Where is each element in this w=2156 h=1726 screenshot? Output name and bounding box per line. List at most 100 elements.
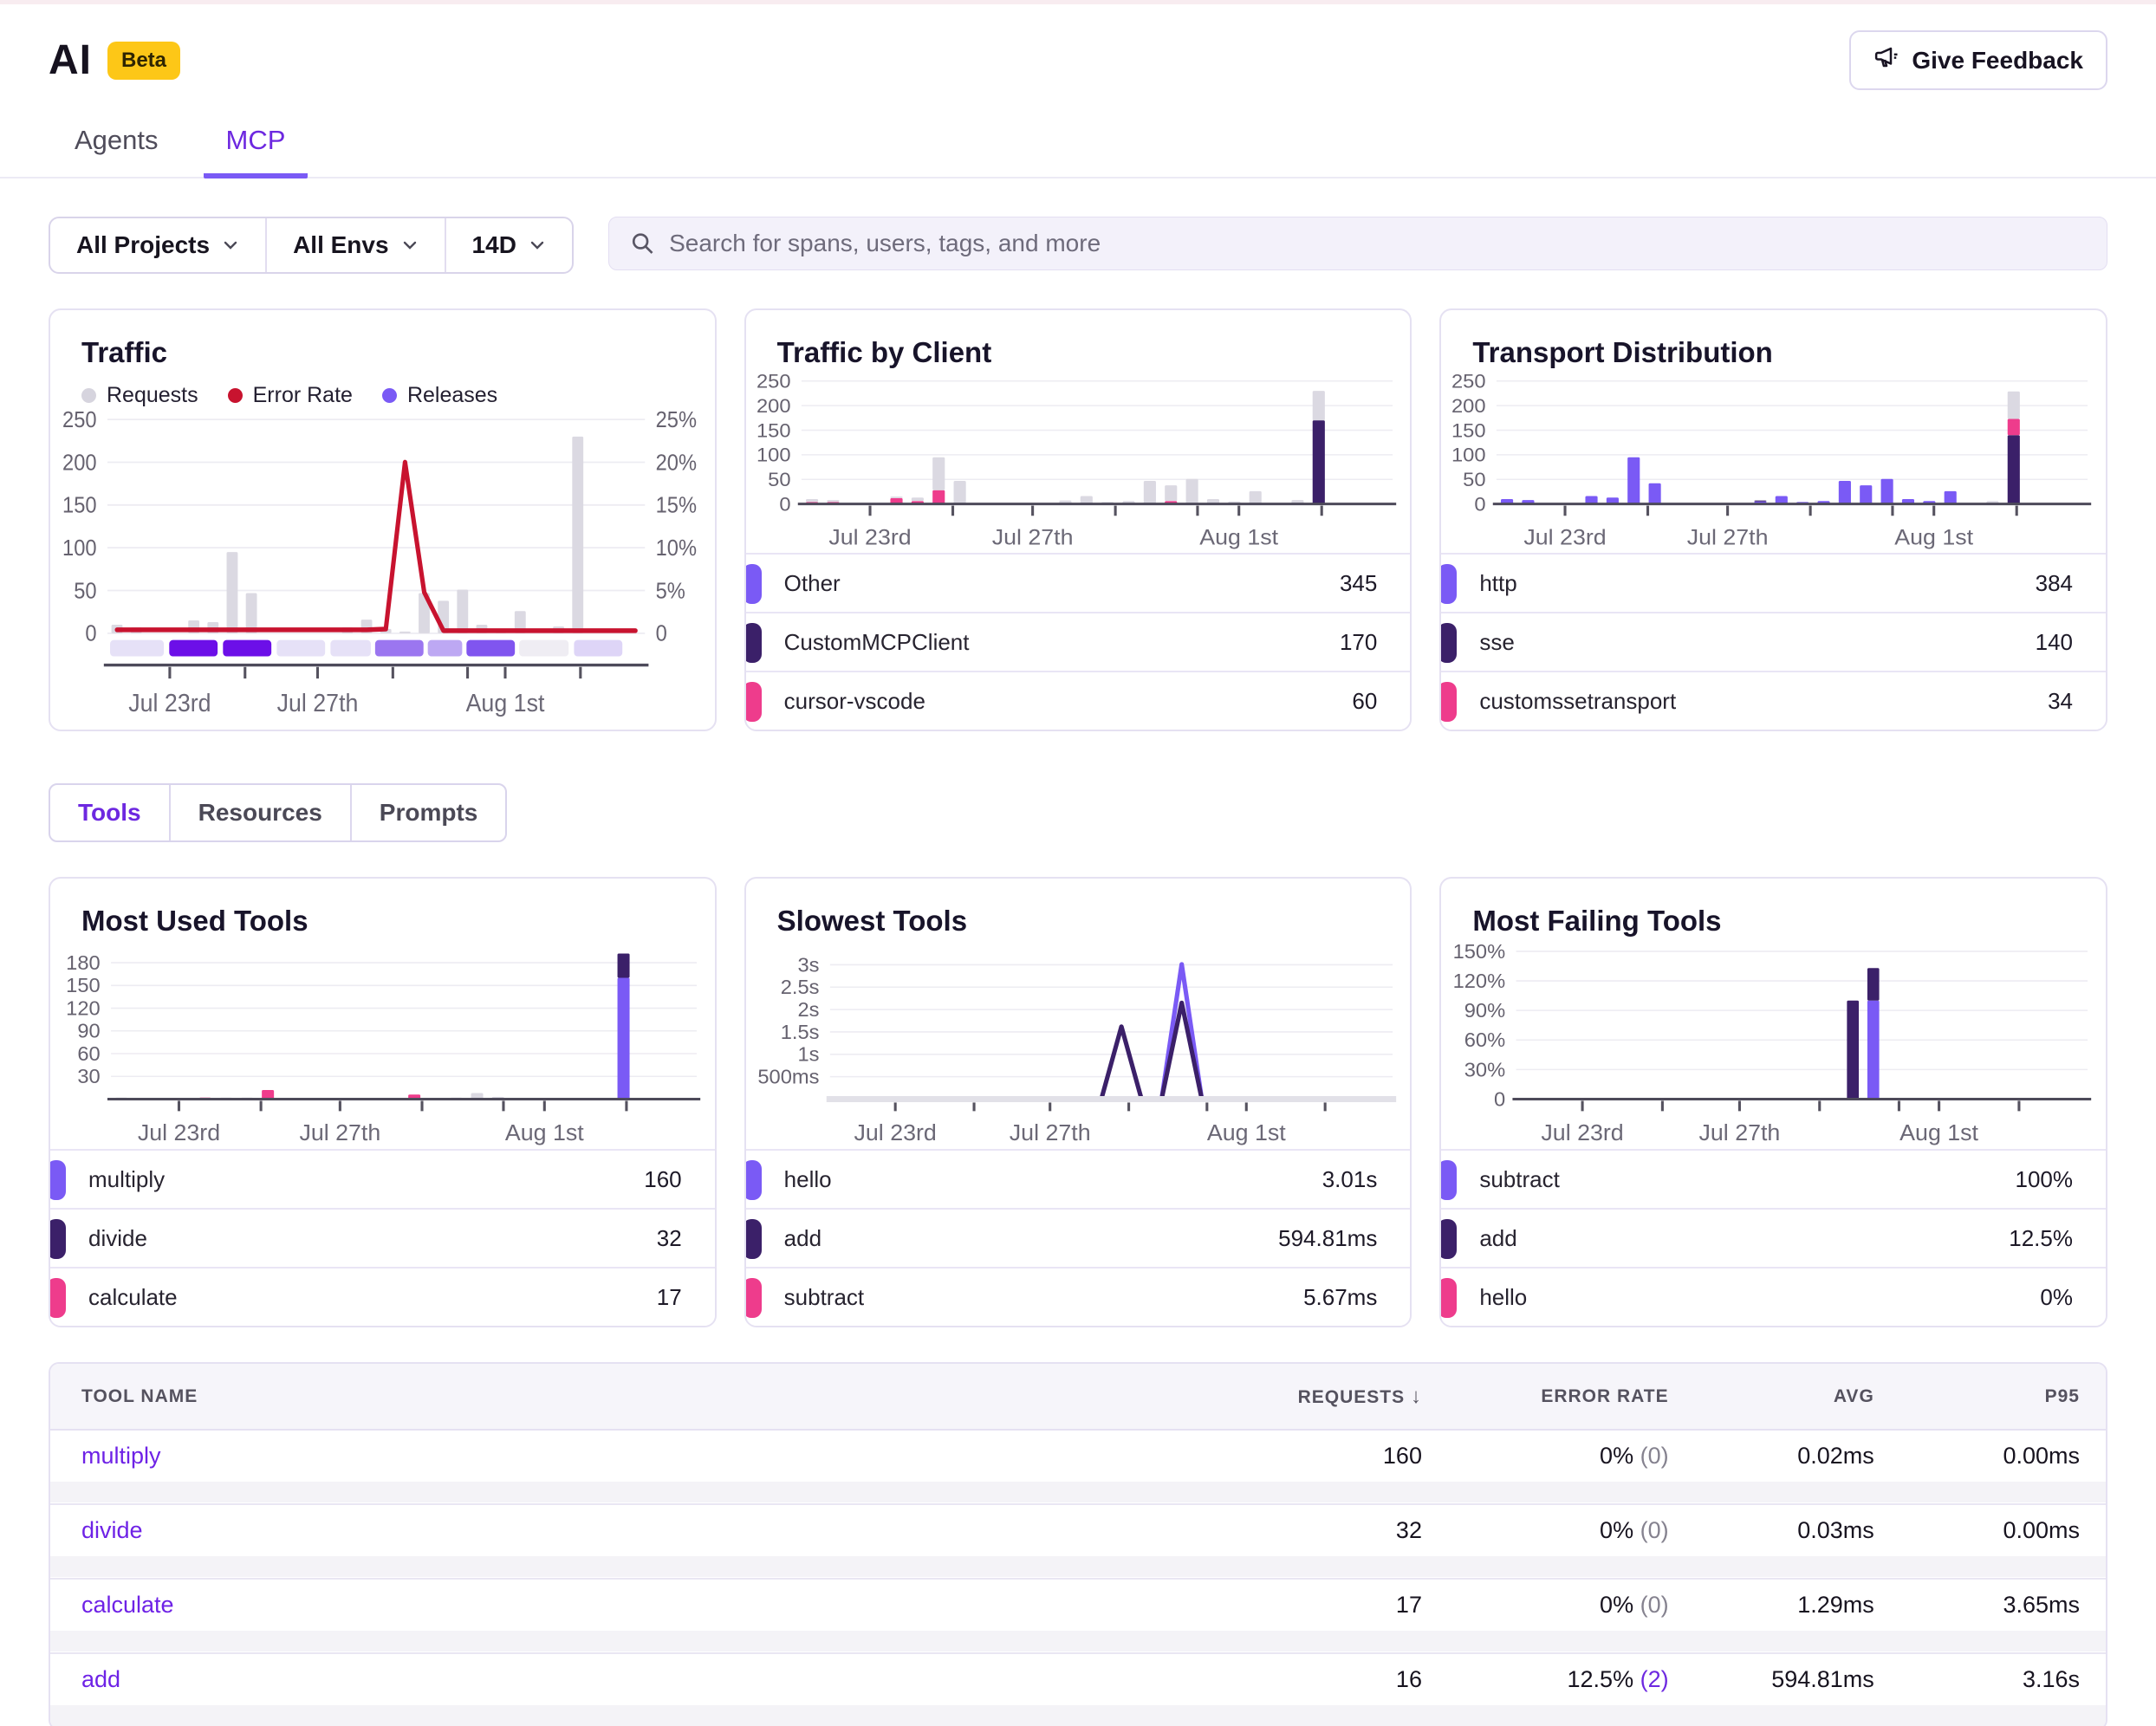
- projects-filter[interactable]: All Projects: [50, 218, 267, 272]
- svg-text:Aug 1st: Aug 1st: [466, 689, 545, 717]
- col-p95[interactable]: P95: [1900, 1364, 2106, 1430]
- tab-tools[interactable]: Tools: [50, 785, 171, 840]
- col-requests[interactable]: REQUESTS ↓: [1119, 1364, 1448, 1430]
- svg-text:90%: 90%: [1464, 999, 1505, 1021]
- most-failing-tools-card: Most Failing Tools 030%60%90%120%150%Jul…: [1439, 877, 2107, 1327]
- svg-text:Jul 27th: Jul 27th: [299, 1120, 380, 1145]
- svg-text:Aug 1st: Aug 1st: [1199, 524, 1279, 549]
- avg-cell: 0.02ms: [1695, 1430, 1900, 1504]
- tab-mcp[interactable]: MCP: [204, 116, 308, 178]
- transport-distribution-chart: 050100150200250Jul 23rdJul 27thAug 1st: [1441, 374, 2106, 553]
- table-row: calculate 17 0% (0) 1.29ms 3.65ms: [50, 1579, 2106, 1653]
- svg-text:Jul 23rd: Jul 23rd: [128, 689, 211, 717]
- svg-text:250: 250: [757, 374, 791, 392]
- col-avg[interactable]: AVG: [1695, 1364, 1900, 1430]
- svg-text:90: 90: [77, 1020, 100, 1041]
- avg-cell: 1.29ms: [1695, 1579, 1900, 1653]
- svg-text:Jul 23rd: Jul 23rd: [138, 1120, 220, 1145]
- error-rate-dot: [228, 388, 243, 403]
- svg-text:200: 200: [757, 395, 791, 417]
- list-item[interactable]: http384: [1441, 553, 2106, 612]
- list-item[interactable]: hello3.01s: [746, 1149, 1411, 1208]
- tool-link-add[interactable]: add: [81, 1666, 120, 1692]
- list-item[interactable]: add594.81ms: [746, 1208, 1411, 1267]
- series-swatch: [744, 623, 762, 663]
- svg-text:Jul 27th: Jul 27th: [1009, 1120, 1090, 1145]
- card-title: Transport Distribution: [1441, 310, 2106, 374]
- svg-text:60%: 60%: [1464, 1029, 1505, 1051]
- series-swatch: [49, 1219, 66, 1259]
- list-item[interactable]: cursor-vscode60: [746, 671, 1411, 730]
- svg-text:Jul 23rd: Jul 23rd: [828, 524, 911, 549]
- svg-text:50: 50: [768, 469, 790, 490]
- svg-text:Jul 23rd: Jul 23rd: [854, 1120, 936, 1145]
- svg-text:500ms: 500ms: [757, 1066, 819, 1087]
- series-swatch: [1439, 1160, 1457, 1200]
- chevron-down-icon: [529, 237, 546, 254]
- avg-cell: 0.03ms: [1695, 1504, 1900, 1579]
- svg-text:180: 180: [66, 951, 101, 973]
- tool-link-multiply[interactable]: multiply: [81, 1443, 161, 1469]
- list-item[interactable]: hello0%: [1441, 1267, 2106, 1326]
- svg-text:Aug 1st: Aug 1st: [1207, 1120, 1287, 1145]
- period-filter[interactable]: 14D: [446, 218, 572, 272]
- p95-cell: 0.00ms: [1900, 1430, 2106, 1504]
- series-swatch: [1439, 623, 1457, 663]
- requests-cell: 160: [1119, 1430, 1448, 1504]
- list-item[interactable]: multiply160: [50, 1149, 715, 1208]
- tools-table: TOOL NAME REQUESTS ↓ ERROR RATE AVG P95 …: [49, 1362, 2107, 1726]
- svg-text:Aug 1st: Aug 1st: [1900, 1120, 1980, 1145]
- list-item[interactable]: add12.5%: [1441, 1208, 2106, 1267]
- search-bar: [608, 217, 2107, 270]
- tab-prompts[interactable]: Prompts: [352, 785, 506, 840]
- svg-text:Jul 27th: Jul 27th: [991, 524, 1073, 549]
- envs-filter[interactable]: All Envs: [267, 218, 445, 272]
- requests-dot: [81, 388, 96, 403]
- give-feedback-button[interactable]: Give Feedback: [1849, 30, 2107, 90]
- list-item[interactable]: sse140: [1441, 612, 2106, 671]
- requests-cell: 32: [1119, 1504, 1448, 1579]
- svg-text:100: 100: [1451, 444, 1486, 465]
- list-item[interactable]: CustomMCPClient170: [746, 612, 1411, 671]
- sort-desc-icon: ↓: [1411, 1385, 1422, 1408]
- svg-text:250: 250: [62, 410, 97, 432]
- megaphone-icon: [1874, 44, 1899, 76]
- svg-text:Aug 1st: Aug 1st: [505, 1120, 585, 1145]
- scope-filter-group: All Projects All Envs 14D: [49, 217, 574, 274]
- list-item[interactable]: divide32: [50, 1208, 715, 1267]
- svg-text:2s: 2s: [797, 998, 819, 1020]
- tab-resources[interactable]: Resources: [171, 785, 352, 840]
- series-swatch: [744, 1278, 762, 1318]
- list-item[interactable]: Other345: [746, 553, 1411, 612]
- series-swatch: [1439, 1219, 1457, 1259]
- svg-text:120%: 120%: [1453, 970, 1506, 991]
- list-item[interactable]: customssetransport34: [1441, 671, 2106, 730]
- svg-text:200: 200: [1451, 395, 1486, 417]
- requests-cell: 16: [1119, 1653, 1448, 1726]
- p95-cell: 3.16s: [1900, 1653, 2106, 1726]
- series-swatch: [744, 682, 762, 722]
- legend-requests: Requests: [81, 383, 198, 408]
- charts-row-2: Most Used Tools 306090120150180Jul 23rdJ…: [49, 877, 2107, 1327]
- charts-row-1: Traffic Requests Error Rate Releases 005…: [49, 308, 2107, 731]
- tool-link-divide[interactable]: divide: [81, 1517, 143, 1543]
- col-tool-name[interactable]: TOOL NAME: [50, 1364, 1119, 1430]
- svg-text:100: 100: [757, 444, 791, 465]
- svg-text:50: 50: [1464, 469, 1486, 490]
- svg-text:15%: 15%: [656, 494, 697, 518]
- series-swatch: [1439, 682, 1457, 722]
- list-item[interactable]: subtract100%: [1441, 1149, 2106, 1208]
- most-failing-tools-chart: 030%60%90%120%150%Jul 23rdJul 27thAug 1s…: [1441, 943, 2106, 1149]
- list-item[interactable]: calculate17: [50, 1267, 715, 1326]
- list-item[interactable]: subtract5.67ms: [746, 1267, 1411, 1326]
- page-header: AI Beta Give Feedback Agents MCP: [0, 4, 2156, 178]
- search-input[interactable]: [669, 230, 2086, 257]
- tab-agents[interactable]: Agents: [52, 116, 181, 178]
- card-title: Slowest Tools: [746, 879, 1411, 943]
- traffic-card: Traffic Requests Error Rate Releases 005…: [49, 308, 717, 731]
- svg-text:150: 150: [1451, 419, 1486, 441]
- tool-link-calculate[interactable]: calculate: [81, 1592, 174, 1618]
- col-error-rate[interactable]: ERROR RATE: [1448, 1364, 1695, 1430]
- requests-cell: 17: [1119, 1579, 1448, 1653]
- failing-legend-list: subtract100% add12.5% hello0%: [1441, 1149, 2106, 1326]
